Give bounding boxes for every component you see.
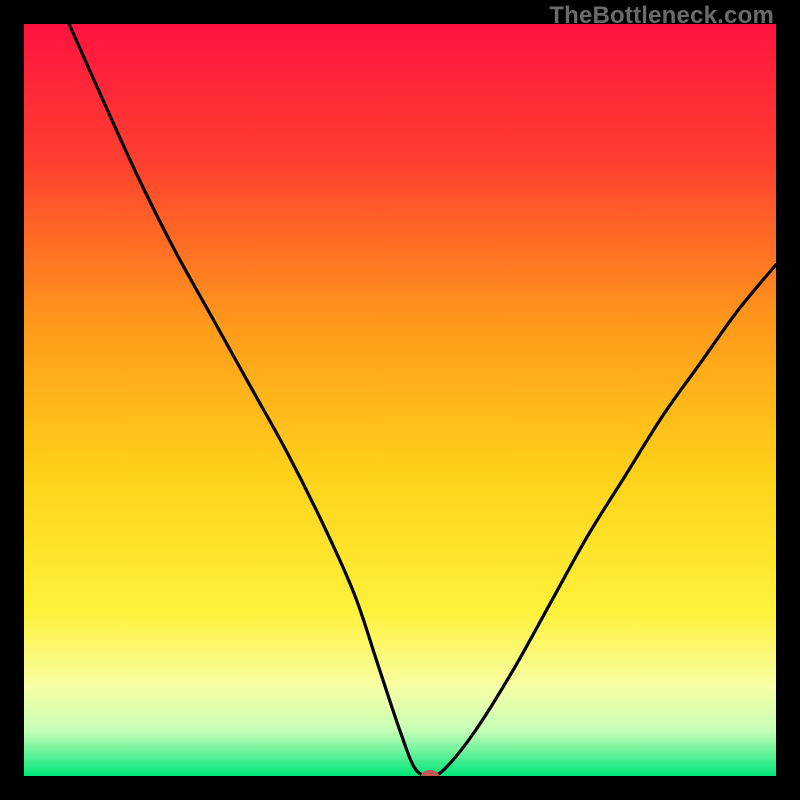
bottleneck-chart bbox=[24, 24, 776, 776]
gradient-background bbox=[24, 24, 776, 776]
chart-frame bbox=[24, 24, 776, 776]
